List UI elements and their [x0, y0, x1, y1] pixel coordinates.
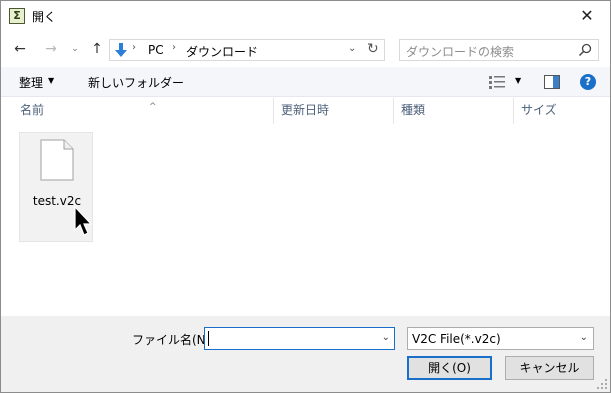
breadcrumb-pc[interactable]: PC: [148, 43, 164, 57]
filetype-dropdown-icon[interactable]: ⌄: [580, 332, 588, 343]
breadcrumb-separator[interactable]: ›: [172, 42, 176, 53]
resize-grip-icon[interactable]: [596, 378, 608, 390]
bottom-panel: ファイル名(N): ⌄ V2C File(*.v2c) ⌄ 開く(O) キャンセ…: [1, 316, 610, 392]
breadcrumb-separator[interactable]: ›: [132, 42, 136, 53]
back-button[interactable]: ←: [10, 39, 30, 59]
column-name-label: 名前: [20, 103, 45, 117]
filetype-select[interactable]: V2C File(*.v2c) ⌄: [407, 327, 594, 350]
search-placeholder[interactable]: ダウンロードの検索: [406, 43, 514, 60]
recent-locations-button[interactable]: ⌄: [65, 39, 85, 59]
search-box[interactable]: ダウンロードの検索: [399, 39, 599, 61]
sort-ascending-icon: ^: [149, 102, 157, 112]
up-folder-button[interactable]: ↑: [87, 39, 107, 59]
preview-pane-icon[interactable]: [544, 75, 560, 89]
mouse-cursor-icon: [74, 206, 93, 236]
cancel-button[interactable]: キャンセル: [505, 356, 594, 380]
title-bar: Σ 開く ✕: [1, 1, 610, 31]
column-header-type[interactable]: 種類: [394, 98, 514, 124]
column-header-date[interactable]: 更新日時: [274, 98, 394, 124]
column-header-size[interactable]: サイズ: [514, 98, 594, 124]
document-icon: [40, 139, 74, 181]
filename-label: ファイル名(N):: [132, 333, 215, 347]
breadcrumb-downloads[interactable]: ダウンロード: [186, 43, 258, 60]
refresh-icon[interactable]: ↻: [367, 41, 379, 57]
command-toolbar: 整理 ▼ 新しいフォルダー ▼ ?: [1, 67, 610, 97]
filetype-value[interactable]: V2C File(*.v2c): [412, 332, 501, 346]
open-file-dialog: Σ 開く ✕ ← → ⌄ ↑ › PC › ダウンロード ⌄ ↻ ダウンロードの…: [0, 0, 611, 393]
help-button[interactable]: ?: [580, 74, 596, 90]
view-options-caret-icon[interactable]: ▼: [515, 76, 521, 85]
navigation-row: ← → ⌄ ↑ › PC › ダウンロード ⌄ ↻ ダウンロードの検索: [1, 33, 610, 65]
download-folder-icon: [115, 43, 127, 57]
column-header-name[interactable]: 名前 ^: [13, 98, 274, 124]
open-button[interactable]: 開く(O): [407, 356, 492, 380]
window-title: 開く: [32, 10, 57, 24]
address-dropdown-icon[interactable]: ⌄: [348, 43, 356, 54]
view-options-icon[interactable]: [489, 75, 505, 89]
new-folder-button[interactable]: 新しいフォルダー: [88, 74, 184, 91]
filename-input[interactable]: ⌄: [204, 327, 395, 350]
filename-dropdown-icon[interactable]: ⌄: [382, 332, 390, 343]
address-bar[interactable]: › PC › ダウンロード ⌄ ↻: [109, 39, 385, 61]
sigma-app-icon: Σ: [9, 8, 25, 24]
search-icon[interactable]: [577, 42, 593, 58]
text-caret: [208, 331, 209, 346]
column-headers: 名前 ^ 更新日時 種類 サイズ: [1, 98, 610, 124]
close-button[interactable]: ✕: [564, 1, 610, 31]
organize-caret-icon[interactable]: ▼: [48, 76, 54, 85]
organize-button[interactable]: 整理: [19, 74, 43, 91]
forward-button[interactable]: →: [41, 39, 61, 59]
